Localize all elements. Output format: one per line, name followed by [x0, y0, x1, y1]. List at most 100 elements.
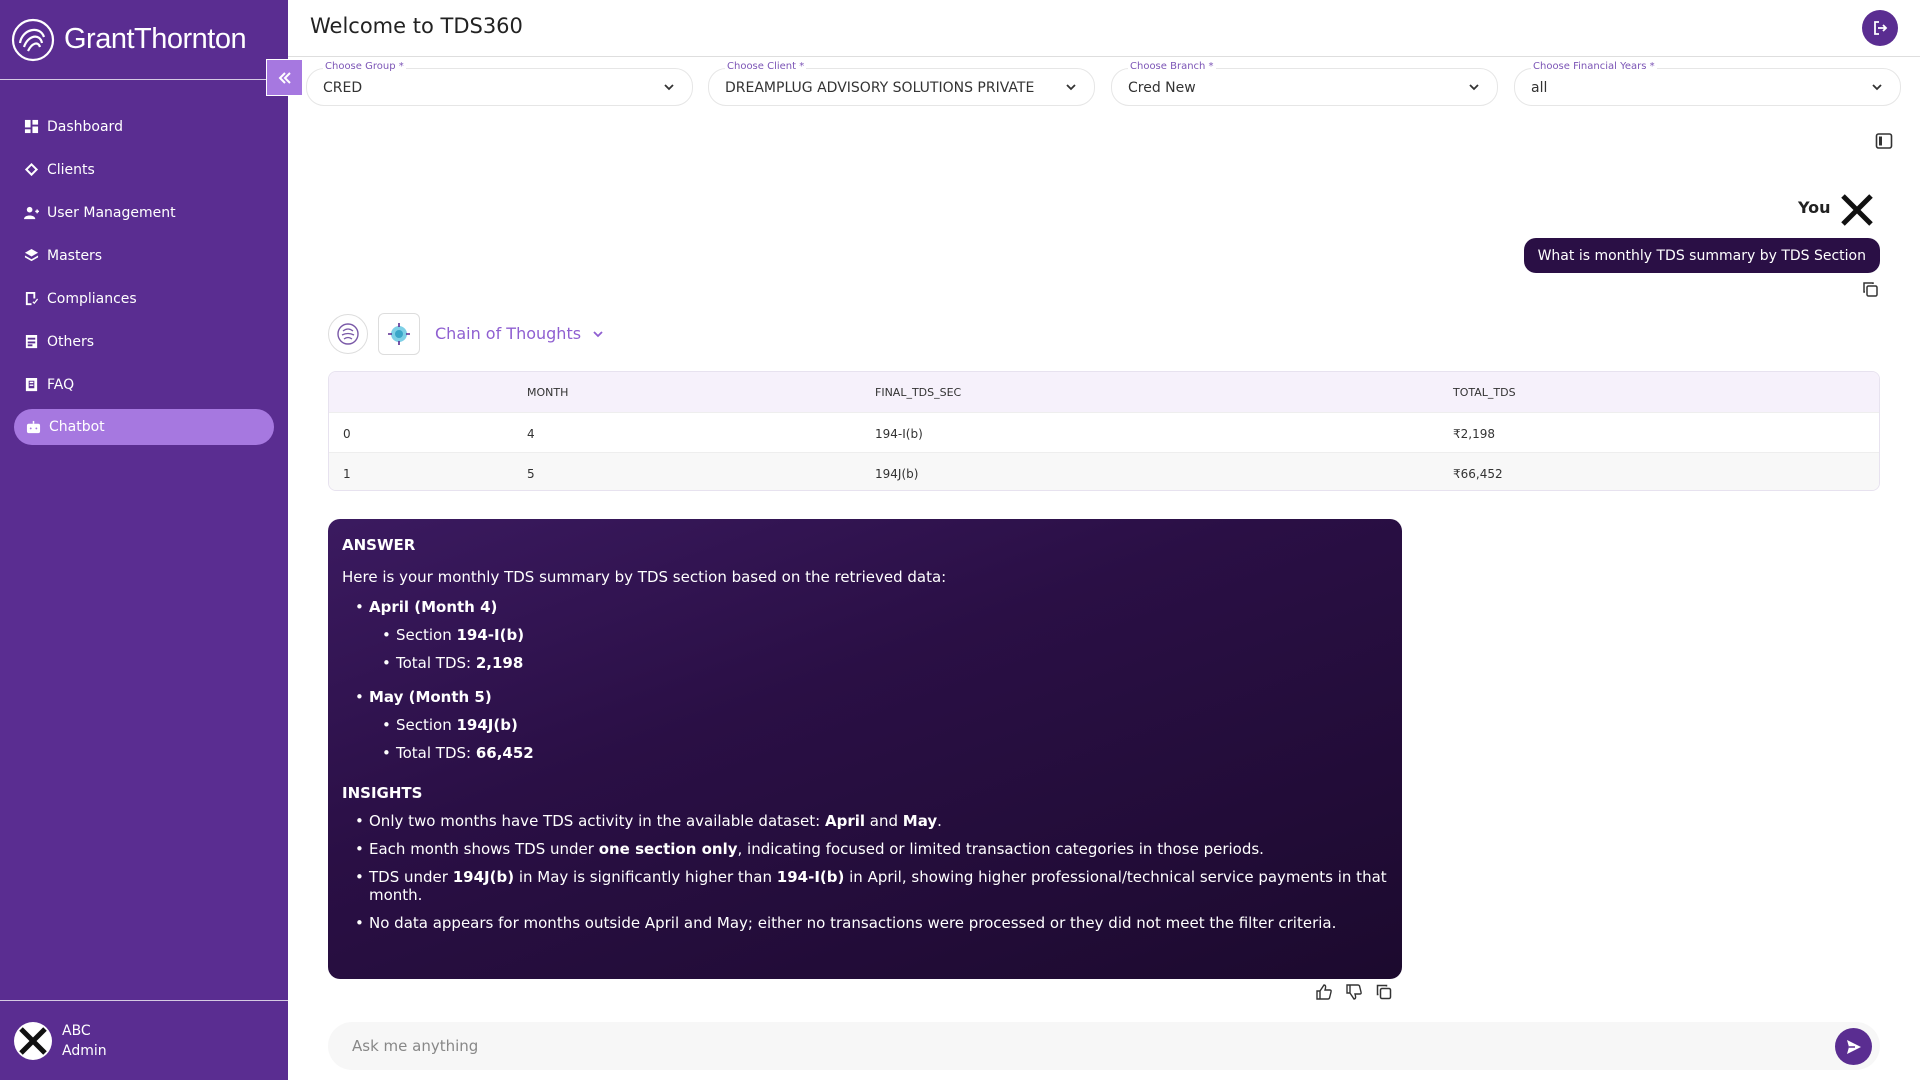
section-prefix: Section [396, 716, 457, 734]
user-message-bubble: What is monthly TDS summary by TDS Secti… [1523, 238, 1880, 273]
ai-globe-icon [388, 323, 410, 345]
answer-heading: ANSWER [342, 536, 416, 554]
list-item: Each month shows TDS under one section o… [342, 840, 1388, 858]
financial-year-select-value: all [1531, 80, 1548, 96]
compliances-icon [25, 291, 39, 306]
insight-text: No data appears for months outside April… [369, 914, 1337, 932]
insight-text: . [937, 812, 942, 830]
logout-icon [1874, 21, 1888, 35]
send-button[interactable] [1835, 1028, 1872, 1065]
sidebar-item-label: FAQ [47, 376, 75, 393]
table-cell: 4 [527, 427, 535, 441]
total-value: 2,198 [475, 654, 524, 672]
client-select-value: DREAMPLUG ADVISORY SOLUTIONS PRIVATE ... [725, 80, 1035, 96]
financial-year-select-label: Choose Financial Years * [1531, 61, 1657, 72]
copy-icon[interactable] [1862, 281, 1879, 298]
sidebar-item-faq[interactable]: FAQ [0, 363, 288, 406]
month-title: May (Month 5) [369, 688, 492, 706]
group-select-label: Choose Group * [323, 61, 406, 72]
collapse-sidebar-button[interactable] [266, 59, 303, 96]
branch-select[interactable]: Choose Branch * Cred New [1111, 61, 1498, 106]
financial-year-select[interactable]: Choose Financial Years * all [1514, 61, 1901, 106]
sidebar-item-clients[interactable]: Clients [0, 148, 288, 191]
sidebar-item-masters[interactable]: Masters [0, 234, 288, 277]
branch-select-label: Choose Branch * [1128, 61, 1216, 72]
list-item: TDS under 194J(b) in May is significantl… [342, 868, 1388, 904]
insight-text: Each month shows TDS under [369, 840, 599, 858]
chevron-down-icon [1066, 84, 1076, 91]
total-prefix: Total TDS: [396, 654, 476, 672]
clients-icon [24, 162, 39, 177]
insights-heading: INSIGHTS [342, 784, 423, 802]
insight-text: and [865, 812, 903, 830]
table-row: 1 5 194J(b) ₹66,452 [329, 452, 1879, 490]
list-item: Total TDS: 66,452 [369, 744, 1388, 762]
month-details: Section 194J(b) Total TDS: 66,452 [369, 716, 1388, 762]
chatbot-icon [26, 420, 41, 433]
sidebar-item-chatbot[interactable]: Chatbot [14, 409, 274, 445]
table-cell: 194-I(b) [875, 427, 923, 441]
insight-emphasis: 194J(b) [452, 868, 515, 886]
chevron-down-icon [1872, 84, 1882, 91]
table-header-row: MONTH FINAL_TDS_SEC TOTAL_TDS [329, 372, 1879, 412]
list-item: May (Month 5) Section 194J(b) Total TDS:… [342, 688, 1388, 762]
logout-button[interactable] [1862, 10, 1898, 46]
chevron-down-icon [1469, 84, 1479, 91]
section-value: 194J(b) [456, 716, 518, 734]
insight-text: , indicating focused or limited transact… [737, 840, 1264, 858]
table-row: 0 4 194-I(b) ₹2,198 [329, 412, 1879, 452]
bot-avatar [328, 314, 368, 354]
table-cell: 5 [527, 467, 535, 481]
sidebar-item-others[interactable]: Others [0, 320, 288, 363]
sidebar-item-label: Dashboard [47, 118, 123, 135]
sidebar-item-label: Chatbot [49, 419, 105, 435]
table-header-cell: TOTAL_TDS [1453, 386, 1516, 399]
chain-of-thoughts-toggle[interactable]: Chain of Thoughts [435, 324, 605, 343]
answer-card: ANSWER Here is your monthly TDS summary … [328, 519, 1402, 979]
double-chevron-left-icon [278, 71, 291, 84]
brand-name: GrantThornton [64, 23, 247, 55]
table-cell: 0 [343, 427, 351, 441]
total-prefix: Total TDS: [396, 744, 476, 762]
toggle-panel-button[interactable] [1871, 128, 1897, 154]
table-cell: 1 [343, 467, 351, 481]
list-item: Section 194J(b) [369, 716, 1388, 734]
sidebar-item-label: Clients [47, 161, 95, 178]
answer-intro: Here is your monthly TDS summary by TDS … [342, 568, 947, 586]
thumbs-up-icon[interactable] [1315, 983, 1333, 1001]
group-select-value: CRED [323, 80, 363, 96]
user-info: ABC Admin [62, 1021, 107, 1061]
list-item: April (Month 4) Section 194-I(b) Total T… [342, 598, 1388, 672]
list-item: Total TDS: 2,198 [369, 654, 1388, 672]
user-profile[interactable]: ABC Admin [0, 1000, 288, 1080]
insight-text: in May is significantly higher than [514, 868, 777, 886]
chain-of-thoughts-label: Chain of Thoughts [435, 324, 582, 343]
sidebar-item-dashboard[interactable]: Dashboard [0, 105, 288, 148]
others-icon [25, 334, 38, 349]
brand-logo[interactable]: GrantThornton [0, 0, 288, 80]
dashboard-icon [24, 119, 39, 134]
sidebar-item-label: Masters [47, 247, 103, 264]
chat-input-bar [328, 1022, 1880, 1070]
masters-icon [24, 248, 39, 262]
sidebar-item-user-management[interactable]: User Management [0, 191, 288, 234]
insight-emphasis: 194-I(b) [776, 868, 845, 886]
sidebar-item-label: Compliances [47, 290, 137, 307]
table-header-cell: MONTH [527, 386, 569, 399]
sidebar: GrantThornton Dashboard Clients User Man… [0, 0, 288, 1080]
group-select[interactable]: Choose Group * CRED [306, 61, 693, 106]
branch-select-value: Cred New [1128, 80, 1196, 96]
insight-text: Only two months have TDS activity in the… [369, 812, 825, 830]
faq-icon [25, 377, 38, 392]
chevron-down-icon [593, 330, 603, 337]
bot-logo [378, 313, 420, 355]
chat-input[interactable] [352, 1034, 1792, 1058]
send-icon [1846, 1039, 1861, 1054]
thumbs-down-icon[interactable] [1345, 983, 1363, 1001]
copy-icon[interactable] [1375, 983, 1393, 1001]
client-select[interactable]: Choose Client * DREAMPLUG ADVISORY SOLUT… [708, 61, 1095, 106]
table-cell: ₹66,452 [1453, 467, 1503, 481]
sidebar-item-compliances[interactable]: Compliances [0, 277, 288, 320]
feedback-actions [1315, 983, 1393, 1001]
avatar [14, 1021, 52, 1060]
